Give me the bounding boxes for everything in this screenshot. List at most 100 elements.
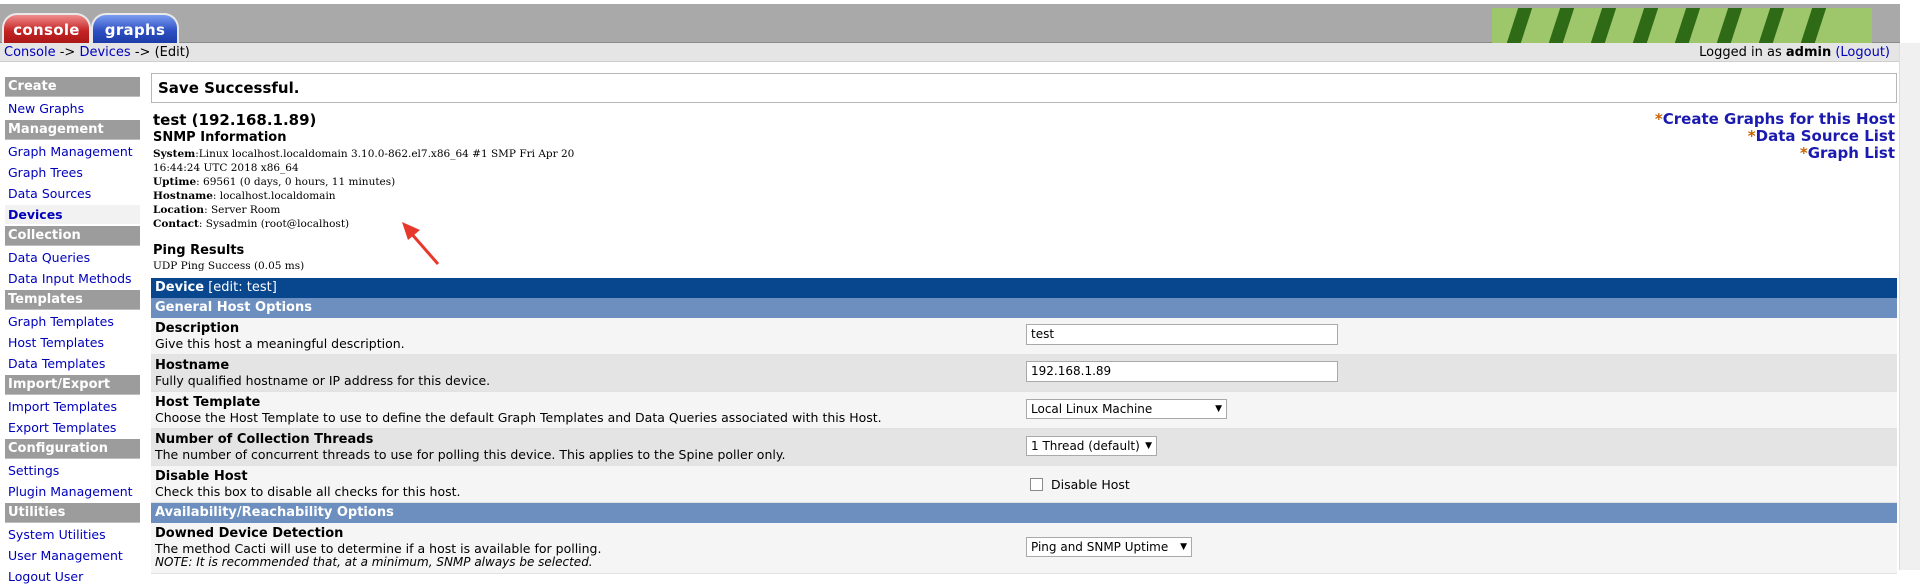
sidebar-item-user-management[interactable]: User Management: [5, 546, 140, 565]
sidebar-link-host-templates[interactable]: Host Templates: [8, 335, 104, 350]
snmp-uptime-label: Uptime: [153, 176, 197, 188]
sidebar-section-create: Create: [5, 77, 140, 97]
snmp-hostname-value: : localhost.localdomain: [212, 190, 336, 202]
sidebar-link-data-templates[interactable]: Data Templates: [8, 356, 105, 371]
sidebar-link-system-utilities[interactable]: System Utilities: [8, 527, 106, 542]
hostname-help: Fully qualified hostname or IP address f…: [155, 373, 491, 388]
sidebar-item-graph-templates[interactable]: Graph Templates: [5, 312, 140, 331]
ping-results-title: Ping Results: [153, 243, 245, 258]
breadcrumb-separator: ->: [130, 45, 155, 60]
host-template-select[interactable]: Local Linux Machine ▼: [1026, 399, 1227, 419]
breadcrumb: Console -> Devices -> (Edit): [4, 45, 190, 60]
sidebar-link-devices[interactable]: Devices: [8, 207, 63, 222]
sidebar-item-graph-management[interactable]: Graph Management: [5, 142, 140, 161]
sidebar-link-plugin-management[interactable]: Plugin Management: [8, 484, 133, 499]
sidebar-section-configuration: Configuration: [5, 439, 140, 459]
sidebar-item-settings[interactable]: Settings: [5, 461, 140, 480]
form-row-hostname: Hostname Fully qualified hostname or IP …: [151, 355, 1897, 392]
form-header-title: Device: [155, 280, 205, 295]
host-template-value: Local Linux Machine: [1031, 402, 1153, 416]
snmp-system-cont: 16:44:24 UTC 2018 x86_64: [153, 162, 299, 174]
sidebar-link-data-sources[interactable]: Data Sources: [8, 186, 91, 201]
snmp-system-value: :Linux localhost.localdomain 3.10.0-862.…: [195, 148, 575, 160]
logout-link[interactable]: (Logout): [1835, 45, 1890, 60]
vertical-scrollbar[interactable]: [1899, 43, 1920, 570]
chevron-down-icon: ▼: [1215, 404, 1222, 414]
hostname-input[interactable]: 192.168.1.89: [1026, 361, 1338, 382]
breadcrumb-devices[interactable]: Devices: [79, 45, 130, 60]
sidebar-link-import-templates[interactable]: Import Templates: [8, 399, 117, 414]
sidebar-link-export-templates[interactable]: Export Templates: [8, 420, 116, 435]
disable-host-checkbox[interactable]: [1030, 478, 1043, 491]
ping-result: UDP Ping Success (0.05 ms): [153, 260, 305, 272]
sidebar-section-import-export: Import/Export: [5, 375, 140, 395]
login-prefix: Logged in as: [1699, 45, 1786, 60]
sidebar-item-new-graphs[interactable]: New Graphs: [5, 99, 140, 118]
sidebar-item-data-queries[interactable]: Data Queries: [5, 248, 140, 267]
sidebar-section-utilities: Utilities: [5, 503, 140, 523]
sidebar-item-data-input-methods[interactable]: Data Input Methods: [5, 269, 140, 288]
sidebar-link-data-queries[interactable]: Data Queries: [8, 250, 90, 265]
hostname-label: Hostname: [155, 358, 230, 373]
sidebar-item-host-templates[interactable]: Host Templates: [5, 333, 140, 352]
description-input[interactable]: test: [1026, 324, 1338, 345]
section-general-host-options: General Host Options: [151, 298, 1897, 318]
downed-detection-label: Downed Device Detection: [155, 526, 344, 541]
sidebar-item-graph-trees[interactable]: Graph Trees: [5, 163, 140, 182]
graph-list-link[interactable]: Graph List: [1808, 144, 1895, 162]
sidebar-item-export-templates[interactable]: Export Templates: [5, 418, 140, 437]
description-label: Description: [155, 321, 240, 336]
sidebar-link-graph-trees[interactable]: Graph Trees: [8, 165, 83, 180]
link-row-graph-list: *Graph List: [1655, 145, 1895, 162]
breadcrumb-console[interactable]: Console: [4, 45, 56, 60]
sidebar-item-import-templates[interactable]: Import Templates: [5, 397, 140, 416]
threads-label: Number of Collection Threads: [155, 432, 374, 447]
snmp-hostname-label: Hostname: [153, 190, 213, 202]
sidebar-item-system-utilities[interactable]: System Utilities: [5, 525, 140, 544]
main-content: Save Successful. test (192.168.1.89) SNM…: [151, 73, 1897, 574]
login-status: Logged in as admin (Logout): [1699, 45, 1890, 60]
sidebar-section-management: Management: [5, 120, 140, 140]
sidebar-link-graph-templates[interactable]: Graph Templates: [8, 314, 114, 329]
disable-host-label: Disable Host: [155, 469, 248, 484]
snmp-uptime: Uptime: 69561 (0 days, 0 hours, 11 minut…: [153, 175, 713, 189]
snmp-info-title: SNMP Information: [153, 130, 287, 145]
tab-graphs[interactable]: graphs: [91, 13, 179, 44]
form-header-subtitle: [edit: test]: [208, 280, 277, 295]
sidebar-item-devices[interactable]: Devices: [5, 205, 140, 224]
form-row-disable-host: Disable Host Check this box to disable a…: [151, 466, 1897, 503]
disable-host-checkbox-label[interactable]: Disable Host: [1051, 477, 1130, 492]
annotation-arrow-icon: [402, 222, 440, 265]
sidebar-item-plugin-management[interactable]: Plugin Management: [5, 482, 140, 501]
sidebar-link-graph-management[interactable]: Graph Management: [8, 144, 133, 159]
section-availability-options: Availability/Reachability Options: [151, 503, 1897, 523]
snmp-location-label: Location: [153, 204, 205, 216]
link-row-create-graphs: *Create Graphs for this Host: [1655, 111, 1895, 128]
host-title: test (192.168.1.89): [153, 111, 317, 129]
create-graphs-link[interactable]: Create Graphs for this Host: [1663, 110, 1895, 128]
snmp-contact-value: : Sysadmin (root@localhost): [198, 218, 350, 230]
downed-detection-select[interactable]: Ping and SNMP Uptime ▼: [1026, 537, 1192, 557]
tab-console[interactable]: console: [2, 13, 91, 44]
data-source-list-link[interactable]: Data Source List: [1756, 127, 1895, 145]
snmp-contact-label: Contact: [153, 218, 199, 230]
threads-help: The number of concurrent threads to use …: [155, 447, 786, 462]
sidebar-link-settings[interactable]: Settings: [8, 463, 59, 478]
link-row-data-source-list: *Data Source List: [1655, 128, 1895, 145]
sidebar-item-data-templates[interactable]: Data Templates: [5, 354, 140, 373]
sidebar-link-new-graphs[interactable]: New Graphs: [8, 101, 84, 116]
sidebar-item-data-sources[interactable]: Data Sources: [5, 184, 140, 203]
star-icon: *: [1747, 127, 1756, 145]
form-row-host-template: Host Template Choose the Host Template t…: [151, 392, 1897, 429]
downed-detection-note: NOTE: It is recommended that, at a minim…: [155, 555, 593, 569]
threads-select[interactable]: 1 Thread (default) ▼: [1026, 436, 1157, 456]
login-username: admin: [1785, 45, 1832, 60]
device-edit-form: Device [edit: test] General Host Options…: [151, 278, 1897, 574]
sidebar-link-user-management[interactable]: User Management: [8, 548, 123, 563]
host-template-label: Host Template: [155, 395, 261, 410]
sidebar-link-logout-user[interactable]: Logout User: [8, 569, 83, 584]
form-header: Device [edit: test]: [151, 278, 1897, 298]
sidebar-link-data-input-methods[interactable]: Data Input Methods: [8, 271, 132, 286]
host-template-help: Choose the Host Template to use to defin…: [155, 410, 882, 425]
form-row-description: Description Give this host a meaningful …: [151, 318, 1897, 355]
